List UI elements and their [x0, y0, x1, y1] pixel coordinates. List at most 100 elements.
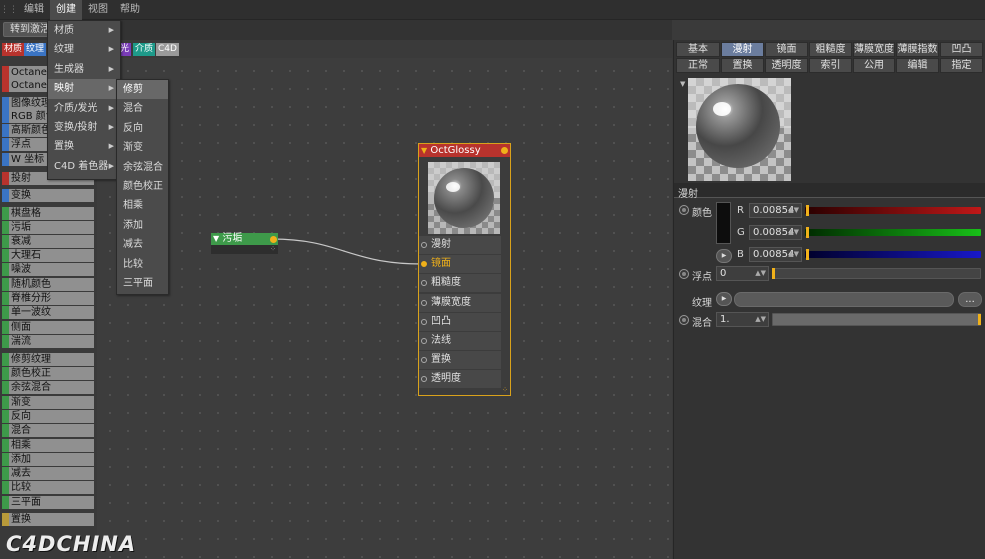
node-list-item[interactable]: 余弦混合: [2, 381, 94, 394]
node-list-item[interactable]: 变换: [2, 189, 94, 202]
tag-material[interactable]: 材质: [2, 43, 25, 56]
port-connector-icon[interactable]: [421, 376, 427, 383]
attribute-tab[interactable]: 索引: [809, 58, 852, 73]
node-list-item[interactable]: 修剪纹理: [2, 353, 94, 366]
attribute-tab[interactable]: 置换: [721, 58, 764, 73]
port-connector-icon[interactable]: [421, 280, 427, 287]
port-connector-icon[interactable]: [421, 357, 427, 364]
attribute-tab[interactable]: 公用: [853, 58, 895, 73]
node-list-item[interactable]: 衰减: [2, 235, 94, 248]
node-list-item[interactable]: 反向: [2, 410, 94, 423]
float-slider-thumb[interactable]: [772, 268, 775, 279]
menu-create[interactable]: 创建: [50, 0, 82, 20]
node-input-port[interactable]: 法线: [419, 332, 501, 350]
create-menu-item[interactable]: 材质 ▶: [48, 21, 120, 40]
port-connector-icon[interactable]: [421, 242, 427, 248]
texture-arrow-button[interactable]: ▶: [716, 292, 732, 306]
tag-c4d[interactable]: C4D: [156, 43, 179, 56]
node-list-item[interactable]: 湍流: [2, 335, 94, 348]
create-menu-item[interactable]: 生成器 ▶: [48, 60, 120, 79]
node-list-item[interactable]: 颜色校正: [2, 367, 94, 380]
node-list-item[interactable]: 脊椎分形: [2, 292, 94, 305]
create-menu-item[interactable]: 纹理 ▶: [48, 40, 120, 59]
attribute-tab[interactable]: 粗糙度: [809, 42, 852, 57]
collapse-arrow-icon[interactable]: ▼: [421, 146, 427, 155]
b-slider-thumb[interactable]: [806, 249, 809, 260]
mapping-menu-item[interactable]: 混合: [117, 99, 168, 118]
node-list-item[interactable]: 随机颜色: [2, 278, 94, 291]
attribute-tab[interactable]: 指定: [940, 58, 983, 73]
node-list-item[interactable]: 渐变: [2, 396, 94, 409]
node-list-item[interactable]: 混合: [2, 424, 94, 437]
mix-slider[interactable]: [772, 313, 981, 326]
mapping-menu-item[interactable]: 颜色校正: [117, 177, 168, 196]
node-list-item[interactable]: 三平面: [2, 496, 94, 509]
attribute-tab[interactable]: 编辑: [896, 58, 939, 73]
g-value-field[interactable]: 0.00854 ▲▼: [749, 225, 802, 240]
spinner-icon[interactable]: ▲▼: [788, 226, 799, 239]
float-value-field[interactable]: 0 ▲▼: [716, 266, 769, 281]
mapping-menu-item[interactable]: 比较: [117, 255, 168, 274]
node-list-item[interactable]: 添加: [2, 453, 94, 466]
b-slider[interactable]: [805, 251, 981, 258]
node-editor-canvas[interactable]: [97, 58, 672, 559]
spinner-icon[interactable]: ▲▼: [755, 267, 766, 280]
color-swatch[interactable]: [716, 202, 731, 244]
mix-slider-thumb[interactable]: [978, 314, 981, 325]
attribute-tab[interactable]: 薄膜宽度: [853, 42, 895, 57]
node-list-item[interactable]: 棋盘格: [2, 207, 94, 220]
create-menu-item[interactable]: 置换 ▶: [48, 137, 120, 156]
b-value-field[interactable]: 0.00854 ▲▼: [749, 247, 802, 262]
mapping-menu-item[interactable]: 修剪: [117, 80, 168, 100]
create-menu-item[interactable]: C4D 着色器 ▶: [48, 157, 120, 176]
node-input-port[interactable]: 透明度: [419, 370, 501, 389]
menu-help[interactable]: 帮助: [114, 0, 146, 20]
mapping-menu-item[interactable]: 余弦混合: [117, 158, 168, 177]
spinner-icon[interactable]: ▲▼: [788, 248, 799, 261]
r-slider[interactable]: [805, 207, 981, 214]
float-slider[interactable]: [772, 268, 981, 279]
texture-slot[interactable]: [734, 292, 954, 307]
resize-handle-icon[interactable]: ⁘: [270, 245, 276, 253]
mapping-menu-item[interactable]: 三平面: [117, 274, 168, 293]
node-list-item[interactable]: 侧面: [2, 321, 94, 334]
preview-collapse-arrow-icon[interactable]: ▼: [680, 80, 685, 88]
node-output-port-icon[interactable]: [270, 236, 277, 243]
color-mode-button[interactable]: ▶: [716, 249, 732, 263]
menu-edit[interactable]: 编辑: [18, 0, 50, 20]
node-list-item[interactable]: 污垢: [2, 221, 94, 234]
node-octglossy[interactable]: ▼ OctGlossy 漫射 镜面 粗糙度 薄膜宽度 凹凸 法线 置换 透明度 ⁘: [418, 143, 511, 396]
node-input-port[interactable]: 粗糙度: [419, 274, 501, 293]
node-list-item[interactable]: 置换: [2, 513, 94, 526]
tag-texture[interactable]: 纹理: [24, 43, 47, 56]
node-list-item[interactable]: 单一波纹: [2, 306, 94, 319]
g-slider[interactable]: [805, 229, 981, 236]
attribute-tab[interactable]: 基本: [676, 42, 720, 57]
attribute-tab[interactable]: 镜面: [765, 42, 808, 57]
attribute-tab[interactable]: 薄膜指数: [896, 42, 939, 57]
port-connector-icon[interactable]: [421, 338, 427, 344]
spinner-icon[interactable]: ▲▼: [788, 204, 799, 217]
texture-browse-button[interactable]: ...: [958, 292, 982, 307]
mapping-menu-item[interactable]: 反向: [117, 119, 168, 138]
mapping-menu-item[interactable]: 渐变: [117, 138, 168, 157]
create-menu-item[interactable]: 映射 ▶: [48, 79, 120, 99]
menu-view[interactable]: 视图: [82, 0, 114, 20]
attribute-tab[interactable]: 正常: [676, 58, 720, 73]
mix-anim-radio[interactable]: [679, 315, 689, 325]
r-slider-thumb[interactable]: [806, 205, 809, 216]
port-connector-icon[interactable]: [421, 318, 427, 325]
port-connector-icon[interactable]: [421, 261, 427, 268]
spinner-icon[interactable]: ▲▼: [755, 313, 766, 326]
node-list-item[interactable]: 相乘: [2, 439, 94, 452]
g-slider-thumb[interactable]: [806, 227, 809, 238]
float-anim-radio[interactable]: [679, 269, 689, 279]
node-output-port-icon[interactable]: [501, 147, 508, 154]
tag-medium[interactable]: 介质: [133, 43, 156, 56]
attribute-tab[interactable]: 透明度: [765, 58, 808, 73]
node-list-item[interactable]: 减去: [2, 467, 94, 480]
node-input-port[interactable]: 凹凸: [419, 312, 501, 331]
node-dirt[interactable]: ▼ 污垢 ⁘: [211, 233, 278, 254]
node-input-port[interactable]: 薄膜宽度: [419, 293, 501, 312]
node-list-item[interactable]: 噪波: [2, 263, 94, 276]
